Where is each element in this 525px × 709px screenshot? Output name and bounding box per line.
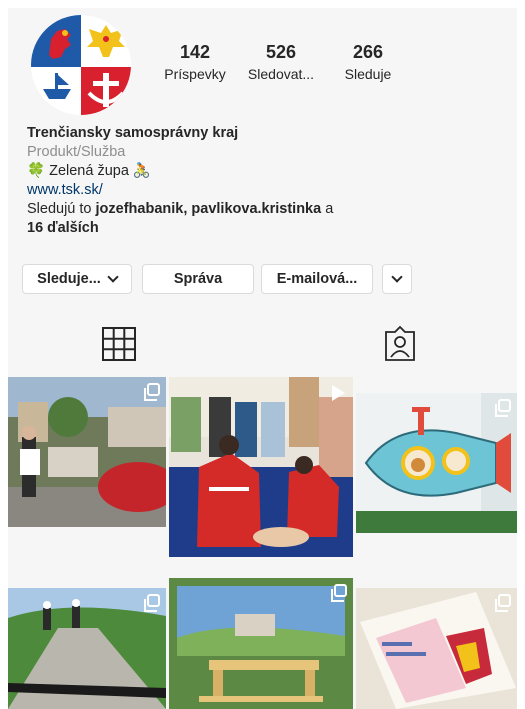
following-count[interactable]: 266 Sleduje [336, 42, 400, 82]
post-image [169, 377, 353, 557]
play-icon [332, 385, 345, 401]
following-count-value: 266 [352, 42, 384, 62]
carousel-icon [495, 399, 511, 417]
followed-by-users[interactable]: jozefhabanik, pavlikova.kristinka [96, 201, 322, 217]
followed-by-others[interactable]: 16 ďalších [27, 220, 99, 236]
followed-by-line[interactable]: Sledujú to jozefhabanik, pavlikova.krist… [27, 200, 497, 219]
post-image [169, 578, 353, 709]
tagged-person-icon[interactable] [382, 326, 418, 362]
profile-website-link[interactable]: www.tsk.sk/ [27, 181, 497, 200]
profile-bio: Trenčiansky samosprávny kraj Produkt/Slu… [27, 124, 497, 238]
followers-count-value: 526 [265, 42, 297, 62]
carousel-icon [144, 383, 160, 401]
post-thumbnail[interactable] [169, 578, 353, 709]
post-thumbnail[interactable] [8, 377, 166, 527]
carousel-icon [495, 594, 511, 612]
message-button[interactable]: Správa [142, 264, 254, 294]
followed-by-and: a [321, 201, 334, 217]
post-thumbnail[interactable] [356, 393, 517, 533]
followers-count[interactable]: 526 Sledovat... [242, 42, 320, 82]
email-button[interactable]: E-mailová... [261, 264, 373, 294]
posts-count[interactable]: 142 Príspevky [158, 42, 232, 82]
post-thumbnail[interactable] [169, 377, 353, 557]
chevron-down-icon [107, 271, 119, 283]
grid-icon[interactable] [101, 326, 137, 362]
following-button[interactable]: Sleduje... [22, 264, 132, 294]
profile-category: Produkt/Služba [27, 144, 126, 160]
message-button-label: Správa [173, 271, 223, 287]
coat-of-arms-icon [31, 15, 131, 115]
profile-tagline: 🍀 Zelená župa 🚴 [27, 163, 151, 179]
post-image [356, 393, 517, 533]
post-thumbnail[interactable] [8, 588, 166, 709]
following-count-label: Sleduje [344, 66, 392, 82]
followers-count-label: Sledovat... [247, 66, 315, 82]
posts-count-label: Príspevky [164, 66, 226, 82]
post-image [8, 588, 166, 709]
profile-name: Trenčiansky samosprávny kraj [27, 125, 239, 141]
chevron-down-icon [391, 271, 403, 283]
profile-avatar[interactable] [31, 15, 131, 115]
followed-by-prefix: Sledujú to [27, 201, 96, 217]
post-image [356, 588, 517, 709]
email-button-label: E-mailová... [276, 271, 358, 287]
post-image [8, 377, 166, 527]
carousel-icon [331, 584, 347, 602]
carousel-icon [144, 594, 160, 612]
more-options-button[interactable] [382, 264, 412, 294]
posts-count-value: 142 [179, 42, 211, 62]
following-button-label: Sleduje... [37, 271, 101, 287]
post-thumbnail[interactable] [356, 588, 517, 709]
profile-page: 142 Príspevky 526 Sledovat... 266 Sleduj… [8, 8, 517, 709]
